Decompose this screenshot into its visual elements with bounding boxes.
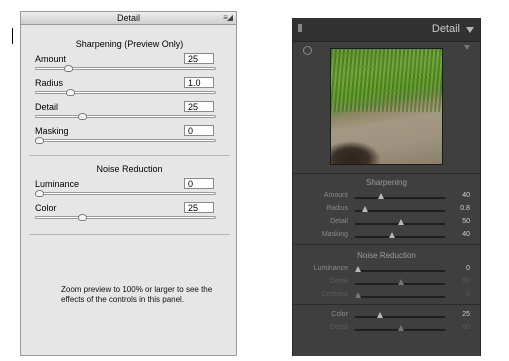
masking-slider-thumb[interactable] [389, 232, 396, 238]
contrast-slider-track[interactable] [355, 296, 445, 298]
luminance-label: Luminance [35, 179, 80, 189]
detail-label: Detail [330, 324, 348, 331]
detail-preview-image[interactable] [330, 48, 443, 165]
section-divider [29, 234, 230, 235]
color-row: Color 25 [293, 311, 480, 321]
color-label: Color [35, 203, 57, 213]
masking-slider-thumb[interactable] [35, 137, 44, 144]
masking-value[interactable]: 40 [462, 231, 470, 238]
luminance-label: Luminance [313, 265, 348, 272]
detail-slider-track[interactable] [35, 115, 216, 118]
amount-label: Amount [323, 192, 348, 199]
amount-row: Amount 40 [293, 192, 480, 202]
masking-input[interactable]: 0 [184, 125, 214, 136]
section-divider [293, 173, 480, 174]
noise-reduction-heading: Noise Reduction [357, 251, 416, 260]
section-divider [29, 155, 230, 156]
detail-slider-thumb[interactable] [398, 279, 404, 285]
detail-value[interactable]: 50 [462, 324, 470, 331]
detail-row: Detail 50 [293, 278, 480, 288]
radius-value[interactable]: 0.8 [460, 205, 470, 212]
masking-label: Masking [321, 231, 348, 238]
amount-slider-track[interactable] [355, 197, 445, 199]
luminance-slider-track[interactable] [35, 192, 216, 195]
panel-switch-icon[interactable] [298, 24, 302, 32]
contrast-label: Contrast [321, 291, 348, 298]
detail-slider-thumb[interactable] [78, 113, 87, 120]
amount-input[interactable]: 25 [184, 53, 214, 64]
masking-slider-track[interactable] [355, 236, 445, 238]
contrast-slider-thumb[interactable] [355, 292, 361, 298]
color-value[interactable]: 25 [462, 311, 470, 318]
radius-slider-thumb[interactable] [361, 206, 368, 212]
color-slider-track[interactable] [355, 316, 445, 318]
color-slider-thumb[interactable] [78, 214, 87, 221]
contrast-value[interactable]: 0 [466, 291, 470, 298]
amount-slider-thumb[interactable] [64, 65, 74, 72]
detail-input[interactable]: 25 [184, 101, 214, 112]
color-slider-thumb[interactable] [376, 312, 383, 318]
detail-row: Detail 50 [293, 218, 480, 228]
masking-row: Masking 40 [293, 231, 480, 241]
luminance-input[interactable]: 0 [184, 178, 214, 189]
detail-slider-thumb[interactable] [398, 219, 404, 225]
luminance-slider-thumb[interactable] [35, 190, 44, 197]
panel-header[interactable]: Detail [293, 18, 480, 42]
detail-panel-dark: Detail Sharpening Amount 40 Radius 0.8 Detai… [292, 18, 481, 356]
color-slider-track[interactable] [35, 216, 216, 219]
text-cursor [12, 28, 13, 44]
amount-label: Amount [35, 54, 67, 64]
luminance-row: Luminance 0 [293, 265, 480, 275]
detail-label: Detail [35, 102, 59, 112]
contrast-row: Contrast 0 [293, 291, 480, 301]
radius-slider-thumb[interactable] [65, 89, 75, 96]
amount-slider-track[interactable] [35, 67, 216, 70]
detail-label: Detail [330, 278, 348, 285]
radius-label: Radius [35, 78, 64, 88]
luminance-slider-track[interactable] [355, 270, 445, 272]
panel-title: Detail [116, 13, 140, 23]
sharpening-heading: Sharpening [366, 178, 407, 187]
radius-label: Radius [326, 205, 348, 212]
radius-slider-track[interactable] [35, 91, 216, 94]
target-adjustment-icon[interactable] [303, 46, 312, 55]
noise-reduction-heading: Noise Reduction [96, 164, 163, 174]
luminance-slider-thumb[interactable] [355, 266, 361, 272]
warning-triangle-icon[interactable] [464, 45, 470, 50]
masking-slider-track[interactable] [35, 139, 216, 142]
color-input[interactable]: 25 [184, 202, 214, 213]
masking-label: Masking [35, 126, 69, 136]
section-divider [293, 304, 480, 305]
luminance-value[interactable]: 0 [466, 265, 470, 272]
info-message: Zoom preview to 100% or larger to see th… [61, 285, 213, 304]
section-divider [293, 244, 480, 245]
color-label: Color [331, 311, 348, 318]
detail-value[interactable]: 50 [462, 218, 470, 225]
sharpening-heading: Sharpening (Preview Only) [75, 39, 184, 49]
amount-value[interactable]: 40 [462, 192, 470, 199]
panel-title-bar[interactable]: Detail ≡◢ [21, 12, 236, 25]
detail-row: Detail 50 [293, 324, 480, 334]
radius-input[interactable]: 1.0 [184, 77, 214, 88]
detail-panel-light: Detail ≡◢ Sharpening (Preview Only) Amou… [20, 11, 237, 356]
detail-label: Detail [330, 218, 348, 225]
detail-slider-thumb[interactable] [398, 325, 404, 331]
radius-slider-track[interactable] [355, 210, 445, 212]
panel-title: Detail [431, 23, 460, 35]
collapse-triangle-icon[interactable] [466, 27, 474, 33]
panel-menu-icon[interactable]: ≡◢ [223, 12, 233, 24]
radius-row: Radius 0.8 [293, 205, 480, 215]
detail-value[interactable]: 50 [462, 278, 470, 285]
amount-slider-thumb[interactable] [378, 193, 385, 199]
